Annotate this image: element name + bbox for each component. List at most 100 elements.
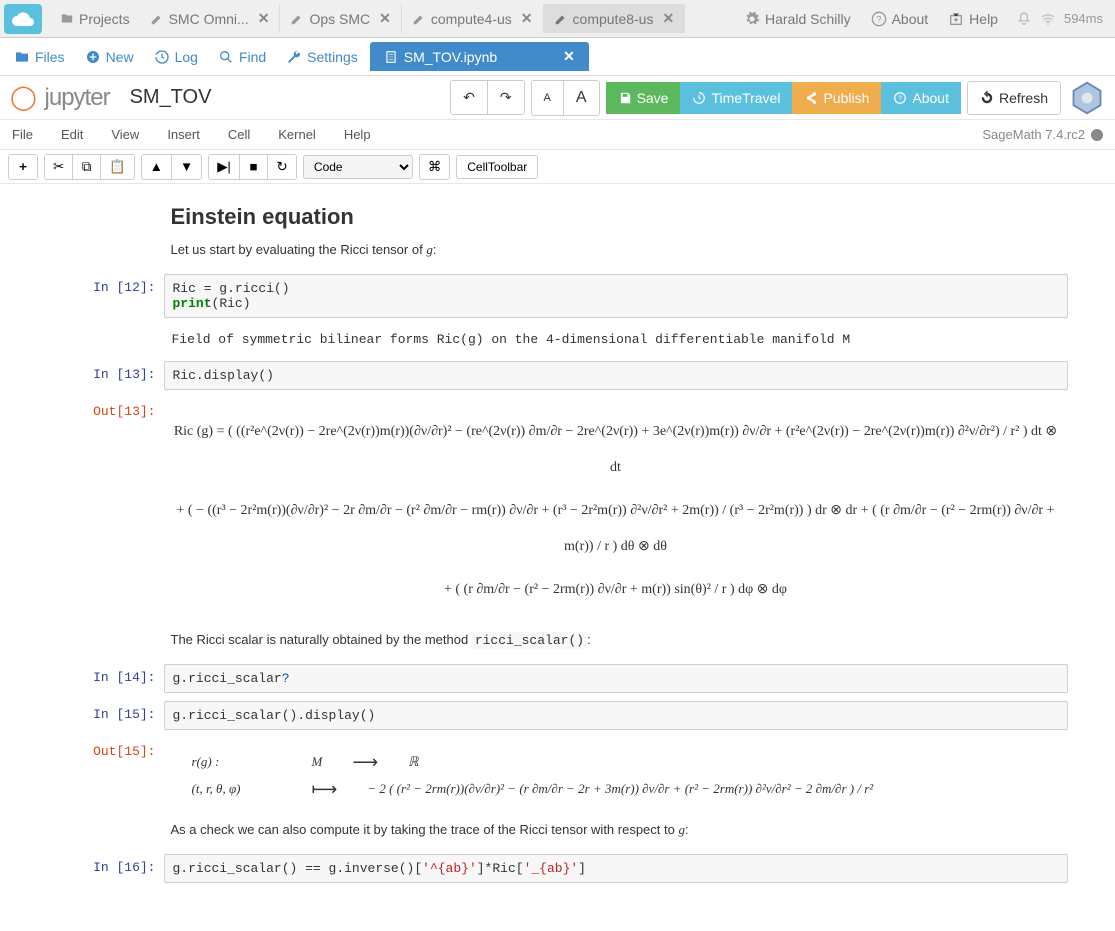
jupyter-menubar: File Edit View Insert Cell Kernel Help S… bbox=[0, 120, 1115, 150]
code-input[interactable]: Ric.display() bbox=[164, 361, 1068, 390]
status-area: 594ms bbox=[1008, 11, 1111, 27]
menu-kernel[interactable]: Kernel bbox=[278, 127, 316, 142]
jupyter-logo-text: jupyter bbox=[39, 84, 110, 112]
jupyter-header: ◯ jupyter SM_TOV ↶ ↷ A A Save TimeTravel… bbox=[0, 76, 1115, 120]
font-increase-button[interactable]: A bbox=[564, 81, 599, 115]
question-icon: ? bbox=[871, 11, 887, 27]
notebook-title[interactable]: SM_TOV bbox=[130, 86, 212, 109]
code-cell-12[interactable]: In [12]: Ric = g.ricci() print(Ric) bbox=[36, 274, 1068, 318]
font-buttons: A A bbox=[531, 80, 600, 116]
paste-button[interactable]: 📋 bbox=[101, 155, 134, 179]
close-icon[interactable]: ✕ bbox=[662, 10, 674, 27]
text-output: Field of symmetric bilinear forms Ric(g)… bbox=[164, 326, 1068, 353]
project-tab-2[interactable]: compute4-us ✕ bbox=[402, 4, 544, 33]
jupyter-logo: ◯ jupyter bbox=[10, 83, 110, 112]
find-button[interactable]: Find bbox=[210, 43, 274, 71]
out-prompt: Out[15]: bbox=[36, 738, 164, 814]
refresh-button[interactable]: Refresh bbox=[967, 81, 1061, 115]
markdown-cell-heading[interactable]: Einstein equation Let us start by evalua… bbox=[171, 204, 1068, 258]
cut-button[interactable]: ✂ bbox=[45, 155, 73, 179]
close-icon[interactable]: ✕ bbox=[563, 48, 575, 65]
run-button[interactable]: ▶| bbox=[209, 155, 240, 179]
pencil-icon bbox=[290, 12, 304, 26]
project-tab-0[interactable]: SMC Omni... ✕ bbox=[140, 4, 281, 33]
move-up-button[interactable]: ▲ bbox=[142, 155, 172, 179]
open-file-tab[interactable]: SM_TOV.ipynb ✕ bbox=[370, 42, 589, 71]
save-label: Save bbox=[637, 90, 669, 106]
projects-icon bbox=[60, 12, 74, 26]
folder-icon bbox=[14, 49, 30, 65]
files-button[interactable]: Files bbox=[6, 43, 73, 71]
code-input[interactable]: g.ricci_scalar() == g.inverse()['^{ab}']… bbox=[164, 854, 1068, 883]
close-icon[interactable]: ✕ bbox=[521, 10, 533, 27]
project-tab-3[interactable]: compute8-us ✕ bbox=[544, 4, 686, 33]
user-name: Harald Schilly bbox=[765, 11, 851, 27]
app-logo[interactable] bbox=[4, 4, 42, 34]
menu-view[interactable]: View bbox=[111, 127, 139, 142]
projects-link[interactable]: Projects bbox=[50, 5, 140, 33]
code-cell-16[interactable]: In [16]: g.ricci_scalar() == g.inverse()… bbox=[36, 854, 1068, 883]
settings-button[interactable]: Settings bbox=[278, 43, 366, 71]
menu-insert[interactable]: Insert bbox=[167, 127, 200, 142]
history-buttons: ↶ ↷ bbox=[450, 80, 524, 115]
cell-type-select[interactable]: Code bbox=[303, 155, 413, 179]
files-label: Files bbox=[35, 49, 65, 65]
move-down-button[interactable]: ▼ bbox=[172, 155, 201, 179]
code-input[interactable]: g.ricci_scalar? bbox=[164, 664, 1068, 693]
refresh-label: Refresh bbox=[999, 90, 1048, 106]
in-prompt: In [13]: bbox=[36, 361, 164, 390]
bell-icon[interactable] bbox=[1016, 11, 1032, 27]
code-cell-15[interactable]: In [15]: g.ricci_scalar().display() bbox=[36, 701, 1068, 730]
project-tab-label: compute8-us bbox=[573, 11, 654, 27]
out-prompt: Out[13]: bbox=[36, 398, 164, 624]
log-button[interactable]: Log bbox=[146, 43, 206, 71]
timetravel-button[interactable]: TimeTravel bbox=[680, 82, 792, 114]
help-link[interactable]: Help bbox=[938, 5, 1008, 33]
menu-file[interactable]: File bbox=[12, 127, 33, 142]
wrench-icon bbox=[286, 49, 302, 65]
log-label: Log bbox=[175, 49, 198, 65]
command-palette-button[interactable]: ⌘ bbox=[420, 155, 449, 179]
code-cell-14[interactable]: In [14]: g.ricci_scalar? bbox=[36, 664, 1068, 693]
save-button[interactable]: Save bbox=[606, 82, 681, 114]
menu-edit[interactable]: Edit bbox=[61, 127, 83, 142]
close-icon[interactable]: ✕ bbox=[258, 10, 270, 27]
markdown-cell-ricci-scalar[interactable]: The Ricci scalar is naturally obtained b… bbox=[171, 632, 1068, 648]
refresh-icon bbox=[980, 91, 994, 105]
file-icon bbox=[384, 50, 398, 64]
math-output: Ric (g) = ( ((r²e^(2ν(r)) − 2re^(2ν(r))m… bbox=[164, 398, 1068, 624]
user-link[interactable]: Harald Schilly bbox=[734, 5, 861, 33]
font-decrease-button[interactable]: A bbox=[532, 81, 564, 115]
search-icon bbox=[218, 49, 234, 65]
stop-button[interactable]: ■ bbox=[240, 155, 268, 179]
pencil-icon bbox=[412, 12, 426, 26]
about-label: About bbox=[892, 11, 929, 27]
help-label: Help bbox=[969, 11, 998, 27]
redo-button[interactable]: ↷ bbox=[488, 81, 524, 114]
restart-button[interactable]: ↻ bbox=[268, 155, 296, 179]
undo-button[interactable]: ↶ bbox=[451, 81, 488, 114]
menu-help[interactable]: Help bbox=[344, 127, 371, 142]
code-input[interactable]: Ric = g.ricci() print(Ric) bbox=[164, 274, 1068, 318]
cell-toolbar-button[interactable]: CellToolbar bbox=[456, 155, 538, 179]
close-icon[interactable]: ✕ bbox=[379, 10, 391, 27]
code-cell-13[interactable]: In [13]: Ric.display() bbox=[36, 361, 1068, 390]
copy-button[interactable]: ⧉ bbox=[73, 155, 101, 179]
check-text: As a check we can also compute it by tak… bbox=[171, 822, 1068, 838]
project-tab-1[interactable]: Ops SMC ✕ bbox=[280, 4, 401, 33]
new-button[interactable]: New bbox=[77, 43, 142, 71]
markdown-cell-check[interactable]: As a check we can also compute it by tak… bbox=[171, 822, 1068, 838]
menu-cell[interactable]: Cell bbox=[228, 127, 250, 142]
top-navigation: Projects SMC Omni... ✕ Ops SMC ✕ compute… bbox=[0, 0, 1115, 38]
project-tab-label: SMC Omni... bbox=[169, 11, 249, 27]
latency-text: 594ms bbox=[1064, 11, 1103, 26]
output-cell-13: Out[13]: Ric (g) = ( ((r²e^(2ν(r)) − 2re… bbox=[36, 398, 1068, 624]
insert-cell-button[interactable]: + bbox=[9, 155, 37, 179]
sage-logo-icon bbox=[1069, 80, 1105, 116]
about-button[interactable]: ? About bbox=[881, 82, 961, 114]
in-prompt: In [14]: bbox=[36, 664, 164, 693]
publish-button[interactable]: Publish bbox=[792, 82, 881, 114]
code-input[interactable]: g.ricci_scalar().display() bbox=[164, 701, 1068, 730]
about-link[interactable]: ? About bbox=[861, 5, 939, 33]
settings-label: Settings bbox=[307, 49, 358, 65]
